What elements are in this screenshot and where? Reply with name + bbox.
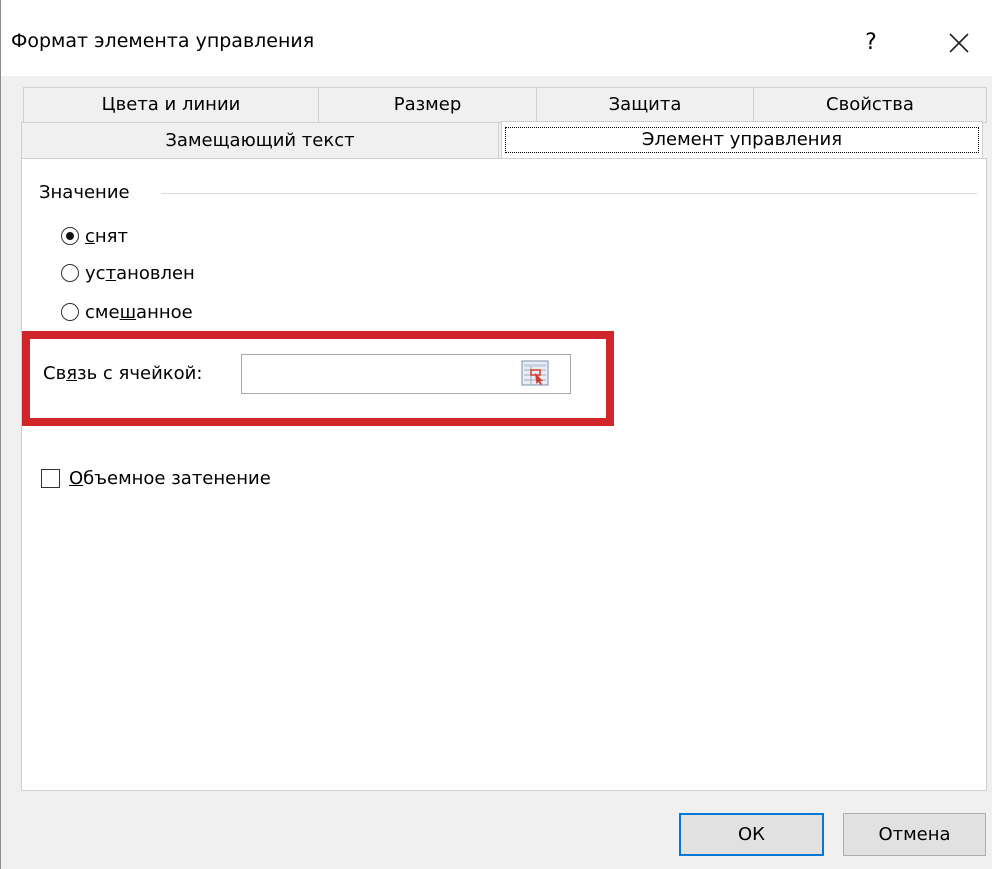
tab-label: Замещающий текст [165, 130, 355, 151]
radio-button[interactable] [61, 264, 79, 282]
help-button[interactable]: ? [851, 26, 891, 60]
ok-button[interactable]: ОК [679, 813, 824, 856]
shading-option[interactable]: Объемное затенение [41, 468, 271, 489]
tab-label: Размер [393, 94, 462, 115]
tab-alt-text[interactable]: Замещающий текст [21, 122, 499, 159]
dialog-title: Формат элемента управления [11, 30, 315, 52]
tab-properties[interactable]: Свойства [753, 87, 987, 123]
close-button[interactable] [936, 26, 982, 60]
radio-button[interactable] [61, 303, 79, 321]
radio-checked-option[interactable]: установлен [61, 259, 195, 287]
highlight-annotation [22, 331, 614, 426]
tab-control[interactable]: Элемент управления [501, 121, 983, 160]
radio-unchecked-option[interactable]: снят [61, 222, 128, 250]
tab-label: Элемент управления [505, 127, 979, 153]
format-control-dialog: Формат элемента управления ? Цвета и лин… [0, 0, 992, 869]
group-separator [161, 193, 977, 194]
radio-label: смешанное [85, 301, 193, 323]
value-group-label: Значение [39, 182, 134, 203]
tab-size[interactable]: Размер [318, 87, 537, 123]
shading-checkbox[interactable] [41, 469, 60, 488]
close-icon [949, 33, 969, 53]
shading-label: Объемное затенение [69, 468, 271, 489]
radio-label: снят [85, 225, 128, 247]
title-bar: Формат элемента управления ? [1, 0, 992, 76]
tab-label: Защита [608, 94, 682, 115]
radio-mixed-option[interactable]: смешанное [61, 298, 193, 326]
tab-colors-lines[interactable]: Цвета и линии [23, 87, 319, 123]
radio-label: установлен [85, 262, 195, 284]
tab-label: Свойства [826, 94, 914, 115]
tab-protection[interactable]: Защита [536, 87, 754, 123]
radio-button[interactable] [61, 227, 79, 245]
cancel-button[interactable]: Отмена [843, 813, 986, 856]
tab-label: Цвета и линии [101, 94, 241, 115]
